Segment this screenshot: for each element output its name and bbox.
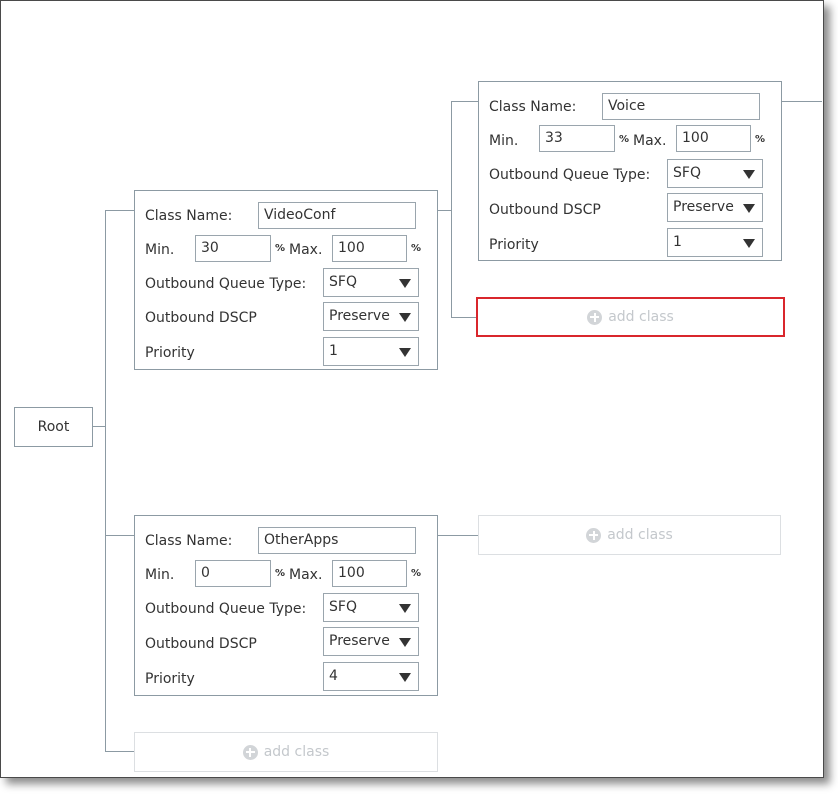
dscp-label: Outbound DSCP <box>489 202 601 218</box>
priority-select[interactable]: 1 <box>667 228 763 257</box>
add-class-label: add class <box>608 309 674 325</box>
class-box-otherapps: Class Name: OtherApps Min. 0 % Max. 100 … <box>134 515 438 696</box>
max-input[interactable]: 100 <box>332 560 407 587</box>
min-label: Min. <box>145 567 175 583</box>
root-node[interactable]: Root <box>14 407 93 447</box>
dscp-label: Outbound DSCP <box>145 636 257 652</box>
chevron-down-icon <box>399 673 411 682</box>
chevron-down-icon <box>399 279 411 288</box>
max-percent: % <box>411 243 422 254</box>
dscp-select[interactable]: Preserve <box>323 302 419 331</box>
priority-select[interactable]: 4 <box>323 662 419 691</box>
connector-videoconf-trunk <box>451 101 452 318</box>
chevron-down-icon <box>399 348 411 357</box>
class-name-input[interactable]: OtherApps <box>258 527 416 554</box>
class-name-label: Class Name: <box>489 99 577 115</box>
dscp-label: Outbound DSCP <box>145 310 257 326</box>
class-name-label: Class Name: <box>145 208 233 224</box>
add-class-button-otherapps[interactable]: add class <box>478 515 781 555</box>
priority-value: 1 <box>329 343 338 359</box>
chevron-down-icon <box>743 239 755 248</box>
min-label: Min. <box>145 242 175 258</box>
priority-label: Priority <box>145 671 195 687</box>
connector-add-root <box>105 751 134 752</box>
max-label: Max. <box>289 242 323 258</box>
priority-label: Priority <box>145 345 195 361</box>
class-name-label: Class Name: <box>145 533 233 549</box>
min-input[interactable]: 33 <box>539 125 615 152</box>
queue-type-label: Outbound Queue Type: <box>145 276 307 292</box>
queue-type-select[interactable]: SFQ <box>323 593 419 622</box>
min-percent: % <box>275 243 286 254</box>
min-label: Min. <box>489 133 519 149</box>
queue-type-label: Outbound Queue Type: <box>489 167 651 183</box>
queue-type-select[interactable]: SFQ <box>323 268 419 297</box>
chevron-down-icon <box>743 204 755 213</box>
chevron-down-icon <box>743 170 755 179</box>
add-class-button-root[interactable]: add class <box>134 732 438 772</box>
max-input[interactable]: 100 <box>332 235 407 262</box>
class-name-input[interactable]: Voice <box>602 93 760 120</box>
priority-value: 1 <box>673 234 682 250</box>
min-input[interactable]: 0 <box>195 560 271 587</box>
max-percent: % <box>755 134 766 145</box>
priority-select[interactable]: 1 <box>323 337 419 366</box>
min-percent: % <box>619 134 630 145</box>
priority-value: 4 <box>329 668 338 684</box>
add-class-label: add class <box>263 744 330 760</box>
connector-voice <box>451 101 478 102</box>
min-percent: % <box>275 568 286 579</box>
class-box-videoconf: Class Name: VideoConf Min. 30 % Max. 100… <box>134 190 438 370</box>
dscp-value: Preserve <box>329 308 390 324</box>
connector-otherapps-out <box>437 535 478 536</box>
max-label: Max. <box>289 567 323 583</box>
plus-circle-icon <box>586 527 602 543</box>
class-name-input[interactable]: VideoConf <box>258 202 416 229</box>
max-label: Max. <box>633 133 667 149</box>
plus-circle-icon <box>587 309 603 325</box>
max-input[interactable]: 100 <box>676 125 751 152</box>
connector-root-trunk <box>105 210 106 752</box>
add-class-label: add class <box>607 527 673 543</box>
queue-type-value: SFQ <box>329 599 357 615</box>
plus-circle-icon <box>242 744 258 760</box>
queue-type-value: SFQ <box>329 274 357 290</box>
connector-videoconf <box>105 210 134 211</box>
connector-videoconf-out <box>437 210 452 211</box>
chevron-down-icon <box>399 313 411 322</box>
connector-voice-out <box>780 101 822 102</box>
dscp-select[interactable]: Preserve <box>323 627 419 656</box>
add-class-button-videoconf[interactable]: add class <box>476 297 785 337</box>
connector-root <box>91 426 106 427</box>
queue-type-label: Outbound Queue Type: <box>145 601 307 617</box>
dscp-select[interactable]: Preserve <box>667 193 763 222</box>
queue-type-select[interactable]: SFQ <box>667 159 763 188</box>
dscp-value: Preserve <box>329 633 390 649</box>
min-input[interactable]: 30 <box>195 235 271 262</box>
root-label: Root <box>37 419 70 435</box>
queue-type-value: SFQ <box>673 165 701 181</box>
connector-add-videoconf <box>451 317 477 318</box>
dscp-value: Preserve <box>673 199 734 215</box>
class-box-voice: Class Name: Voice Min. 33 % Max. 100 % O… <box>478 81 782 261</box>
priority-label: Priority <box>489 237 539 253</box>
chevron-down-icon <box>399 638 411 647</box>
chevron-down-icon <box>399 604 411 613</box>
connector-otherapps <box>105 535 134 536</box>
max-percent: % <box>411 568 422 579</box>
tree-canvas: Root Class Name: VideoConf Min. 30 % Max… <box>0 0 824 778</box>
